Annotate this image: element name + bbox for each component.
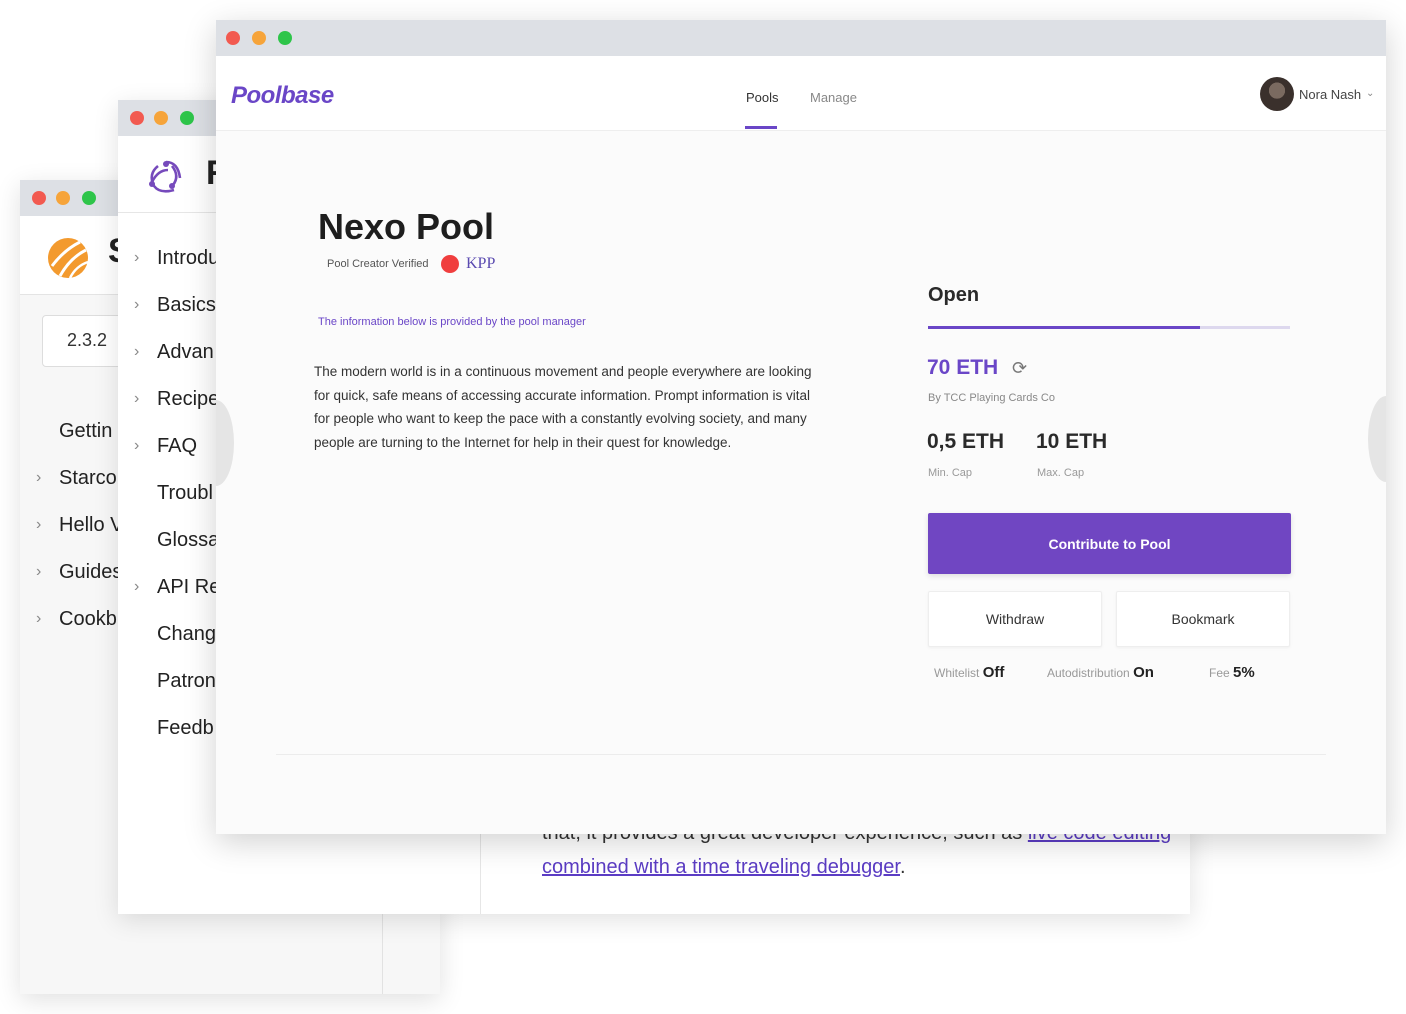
chevron-right-icon[interactable]: › <box>134 437 139 455</box>
verified-label: Pool Creator Verified <box>327 258 429 270</box>
chevron-right-icon[interactable]: › <box>134 296 139 314</box>
sidebar-item[interactable]: Patron <box>157 670 216 693</box>
tab-manage[interactable]: Manage <box>810 90 857 105</box>
minimize-window-dot[interactable] <box>252 31 266 45</box>
close-window-dot[interactable] <box>32 191 46 205</box>
max-cap-value: 10 ETH <box>1036 430 1108 453</box>
chevron-right-icon[interactable]: › <box>36 563 41 581</box>
poolbase-window: Poolbase Pools Manage Nora Nash ⌄ Nexo P… <box>216 20 1386 834</box>
autodistribution-label: Autodistribution <box>1047 666 1130 680</box>
avatar[interactable] <box>1260 77 1294 111</box>
refresh-icon[interactable]: ⟳ <box>1012 358 1027 379</box>
panel-divider <box>276 754 1326 755</box>
min-cap-label: Min. Cap <box>928 467 973 479</box>
contribute-button[interactable]: Contribute to Pool <box>928 513 1291 574</box>
chevron-right-icon[interactable]: › <box>134 578 139 596</box>
redux-logo-icon <box>149 160 182 193</box>
version-value: 2.3.2 <box>67 330 108 350</box>
maximize-window-dot[interactable] <box>180 111 194 125</box>
autodistribution-setting: Autodistribution On <box>1047 664 1154 681</box>
poolbase-logo[interactable]: Poolbase <box>231 82 334 110</box>
user-name[interactable]: Nora Nash <box>1299 87 1361 102</box>
sidebar-item[interactable]: API Re <box>157 576 220 599</box>
time-traveling-debugger-link[interactable]: combined with a time traveling debugger <box>542 856 900 878</box>
autodistribution-value: On <box>1133 664 1154 681</box>
tab-pools[interactable]: Pools <box>746 90 779 105</box>
sidebar-item[interactable]: Glossa <box>157 529 219 552</box>
app-navbar <box>216 56 1386 131</box>
pool-byline: By TCC Playing Cards Co <box>928 392 1055 404</box>
whitelist-value: Off <box>982 664 1005 681</box>
whitelist-setting: Whitelist Off <box>934 664 1004 681</box>
docs-text-end: . <box>900 856 906 878</box>
chevron-right-icon[interactable]: › <box>36 469 41 487</box>
fee-label: Fee <box>1209 666 1230 680</box>
whitelist-label: Whitelist <box>934 666 980 680</box>
max-cap-label: Max. Cap <box>1037 467 1085 479</box>
fee-value: 5% <box>1233 664 1255 681</box>
chevron-right-icon[interactable]: › <box>134 343 139 361</box>
creator-mark: KPP <box>466 255 496 272</box>
close-window-dot[interactable] <box>130 111 144 125</box>
minimize-window-dot[interactable] <box>56 191 70 205</box>
bookmark-button[interactable]: Bookmark <box>1116 591 1290 647</box>
min-cap-value: 0,5 ETH <box>927 430 1005 453</box>
sidebar-item[interactable]: Cookb <box>59 608 117 631</box>
sidebar-item[interactable]: FAQ <box>157 435 197 458</box>
maximize-window-dot[interactable] <box>82 191 96 205</box>
sidebar-item[interactable]: Chang <box>157 623 216 646</box>
fee-setting: Fee 5% <box>1209 664 1255 681</box>
sidebar-item[interactable]: Recipe <box>157 388 219 411</box>
sidebar-item[interactable]: Feedb <box>157 717 214 740</box>
sidebar-item[interactable]: Troubl <box>157 482 213 505</box>
pool-progress-bar <box>928 326 1290 329</box>
pool-progress-fill <box>928 326 1200 329</box>
pool-description: The modern world is in a continuous move… <box>314 364 812 450</box>
withdraw-button[interactable]: Withdraw <box>928 591 1102 647</box>
pool-title: Nexo Pool <box>318 206 495 247</box>
creator-badge-icon <box>441 255 459 273</box>
close-window-dot[interactable] <box>226 31 240 45</box>
sidebar-item[interactable]: Starco <box>59 467 117 490</box>
minimize-window-dot[interactable] <box>154 111 168 125</box>
sidebar-item[interactable]: Hello V <box>59 514 123 537</box>
chevron-down-icon[interactable]: ⌄ <box>1366 88 1374 99</box>
window-titlebar <box>216 20 1386 56</box>
chevron-right-icon[interactable]: › <box>36 516 41 534</box>
info-note: The information below is provided by the… <box>318 316 586 328</box>
chevron-right-icon[interactable]: › <box>134 390 139 408</box>
sidebar-item[interactable]: Gettin <box>59 420 112 443</box>
pool-amount: 70 ETH <box>927 356 999 379</box>
chevron-right-icon[interactable]: › <box>134 249 139 267</box>
chevron-right-icon[interactable]: › <box>36 610 41 628</box>
sidebar-item[interactable]: Basics <box>157 294 216 317</box>
maximize-window-dot[interactable] <box>278 31 292 45</box>
active-tab-indicator <box>745 126 777 129</box>
sidebar-item[interactable]: Introdu <box>157 247 219 270</box>
sidebar-item[interactable]: Guides <box>59 561 122 584</box>
orange-ball-logo-icon <box>48 238 89 279</box>
pool-status: Open <box>928 284 980 306</box>
sidebar-item[interactable]: Advan <box>157 341 214 364</box>
